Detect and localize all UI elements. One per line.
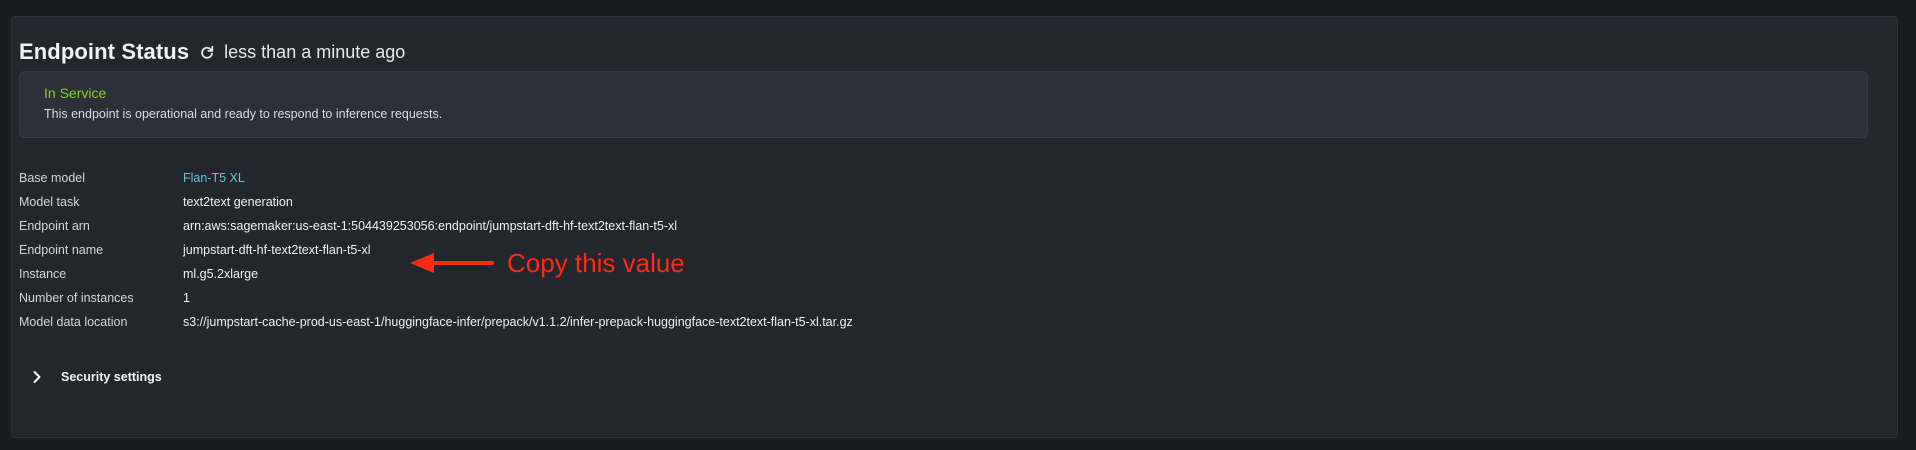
base-model-link[interactable]: Flan-T5 XL [183,166,245,190]
panel-header: Endpoint Status less than a minute ago [19,36,405,68]
copy-annotation: Copy this value [410,248,730,278]
detail-label: Endpoint name [19,243,104,257]
detail-label: Instance [19,267,67,281]
annotation-text: Copy this value [507,248,685,278]
refresh-icon[interactable] [199,44,215,60]
page-title: Endpoint Status [19,39,190,64]
status-description: This endpoint is operational and ready t… [44,107,443,121]
detail-label: Number of instances [19,291,134,305]
detail-value: arn:aws:sagemaker:us-east-1:504439253056… [183,219,678,233]
detail-value: text2text generation [183,195,293,209]
security-settings-label: Security settings [61,370,162,384]
status-alert: In Service This endpoint is operational … [19,71,1868,138]
detail-value: 1 [183,291,190,305]
status-title: In Service [44,85,107,101]
chevron-right-icon [30,370,44,384]
endpoint-name-value: jumpstart-dft-hf-text2text-flan-t5-xl [183,243,371,257]
detail-label: Base model [19,171,86,185]
detail-label: Model data location [19,315,128,329]
last-updated-text: less than a minute ago [224,41,406,62]
detail-label: Endpoint arn [19,219,90,233]
security-settings-toggle[interactable]: Security settings [30,370,162,384]
detail-label: Model task [19,195,80,209]
detail-value: ml.g5.2xlarge [183,267,259,281]
red-arrow-icon [410,253,494,273]
detail-value: s3://jumpstart-cache-prod-us-east-1/hugg… [183,315,853,329]
